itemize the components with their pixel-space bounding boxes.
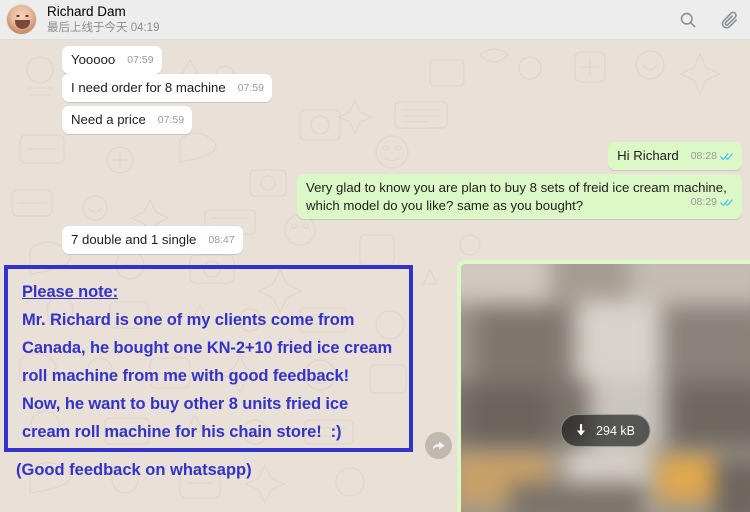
download-arrow-icon [576,424,585,436]
avatar[interactable] [6,4,37,35]
message-bubble-incoming[interactable]: 7 double and 1 single 08:47 [62,226,243,254]
forward-message-button[interactable] [425,432,452,459]
chat-header: Richard Dam 最后上线于今天 04:19 [0,0,750,40]
message-text: Yooooo [71,52,116,67]
annotation-line: cream roll machine for his chain store! … [22,423,342,441]
message-text: I need order for 8 machine [71,80,226,95]
message-meta: 08:28 [691,150,734,164]
annotation-caption: (Good feedback on whatsapp) [16,461,252,479]
blurred-photo [461,264,750,512]
annotation-box: Please note: Mr. Richard is one of my cl… [4,265,413,452]
annotation-line: Mr. Richard is one of my clients come fr… [22,311,355,329]
contact-status: 最后上线于今天 04:19 [47,21,160,34]
message-bubble-incoming[interactable]: I need order for 8 machine 07:59 [62,74,272,102]
annotation-line: roll machine from me with good feedback! [22,367,349,385]
message-text: Hi Richard [617,148,679,163]
message-bubble-incoming[interactable]: Need a price 07:59 [62,106,193,134]
message-meta: 08:29 [691,196,734,210]
message-time: 07:59 [157,113,185,126]
paperclip-icon[interactable] [720,10,740,30]
image-message-bubble[interactable]: 294 kB [457,260,750,512]
message-meta: 07:59 [158,114,184,128]
message-time: 08:29 [690,195,717,208]
read-receipt-icon [720,199,733,207]
annotation-line: Now, he want to buy other 8 units fried … [22,395,349,413]
message-bubble-outgoing[interactable]: Hi Richard 08:28 [608,142,742,170]
attachment-size: 294 kB [596,423,635,438]
message-text: Very glad to know you are plan to buy 8 … [306,180,731,213]
message-meta: 07:59 [238,82,264,96]
message-time: 08:47 [208,233,235,246]
search-icon[interactable] [678,10,698,30]
header-actions [678,10,740,30]
contact-name: Richard Dam [47,4,126,20]
message-text: Need a price [71,112,146,127]
annotation-heading: Please note: [22,283,119,301]
message-time: 08:28 [690,149,717,162]
message-meta: 08:47 [208,234,234,248]
message-text: 7 double and 1 single [71,232,197,247]
message-bubble-outgoing[interactable]: Very glad to know you are plan to buy 8 … [297,174,742,220]
header-contact-info[interactable]: Richard Dam 最后上线于今天 04:19 [47,4,159,35]
annotation-line: Canada, he bought one KN-2+10 fried ice … [22,339,393,357]
message-bubble-incoming[interactable]: Yooooo 07:59 [62,46,162,74]
image-thumbnail[interactable]: 294 kB [461,264,750,512]
message-meta: 07:59 [127,54,153,68]
message-time: 07:59 [127,53,154,66]
download-attachment-button[interactable]: 294 kB [560,414,651,447]
message-time: 07:59 [237,81,264,94]
read-receipt-icon [720,153,733,161]
forward-arrow-icon [432,441,445,450]
